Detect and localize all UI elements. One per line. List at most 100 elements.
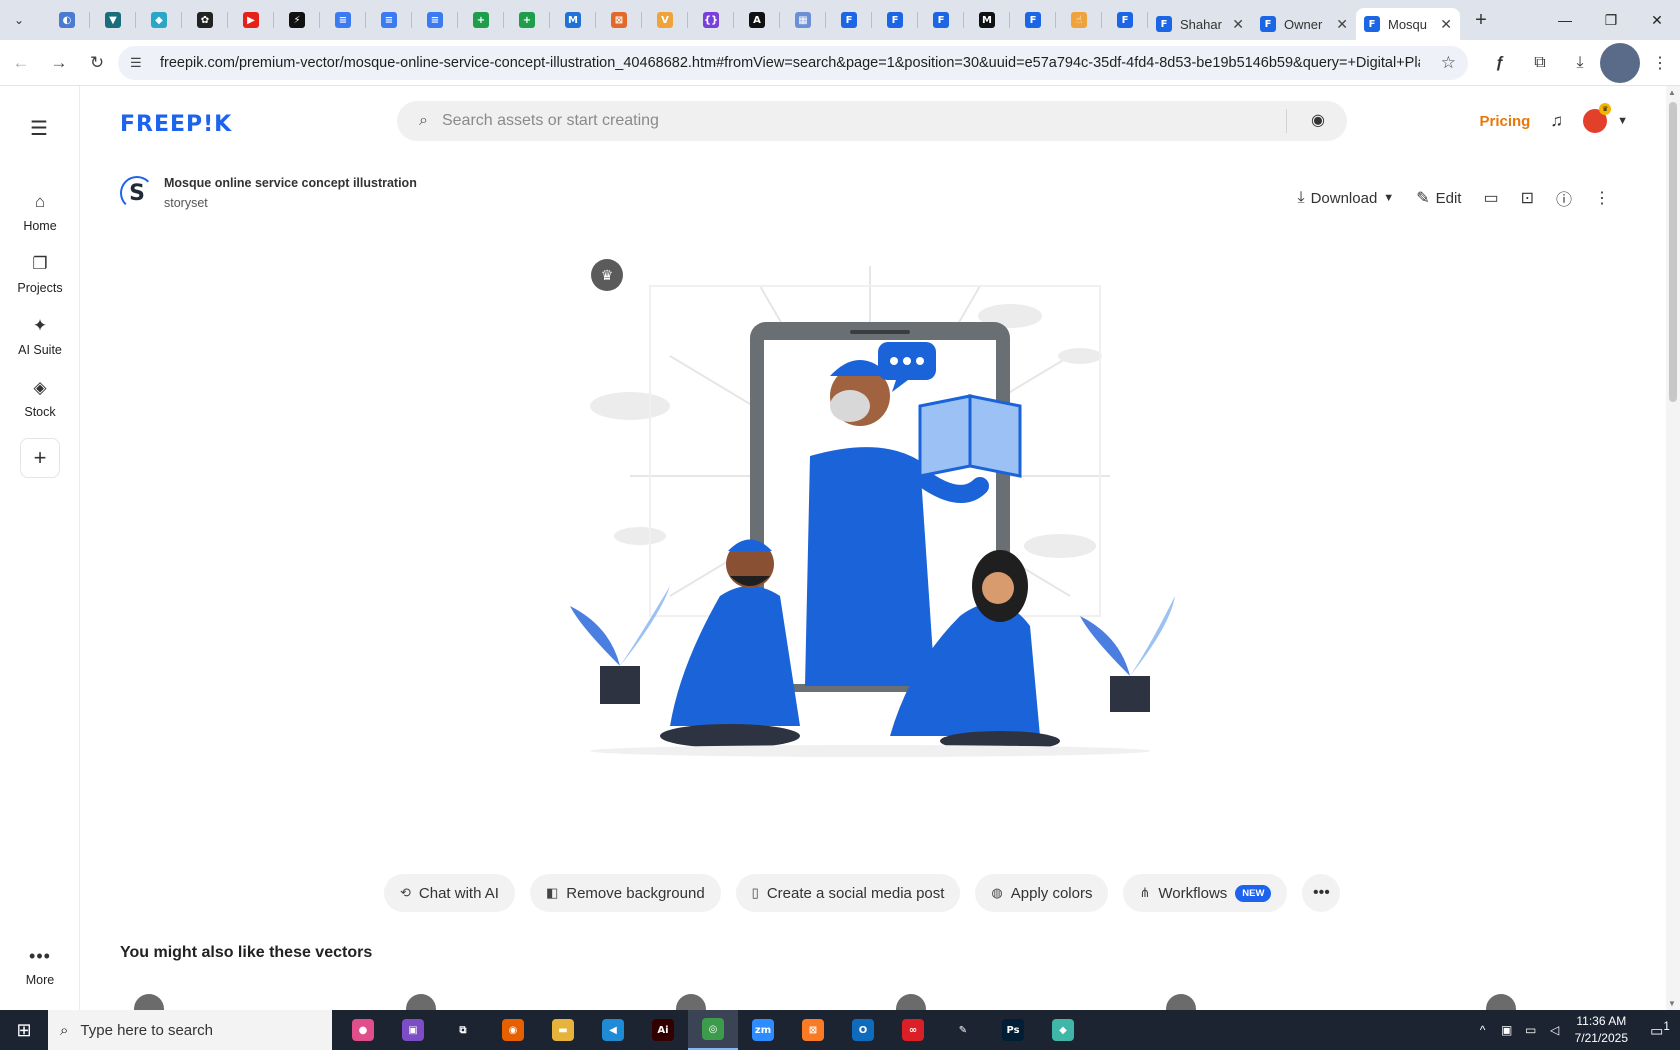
- share-image-icon[interactable]: ⊡: [1521, 188, 1534, 208]
- search-bar[interactable]: ⌕ Search assets or start creating ◉: [397, 101, 1347, 141]
- add-button[interactable]: +: [20, 438, 60, 478]
- forward-icon[interactable]: →: [42, 46, 76, 80]
- pinned-tab[interactable]: F: [1102, 0, 1148, 40]
- minimize-icon[interactable]: —: [1542, 0, 1588, 40]
- taskbar-app[interactable]: Ai: [638, 1010, 688, 1050]
- folder-save-icon[interactable]: ▭: [1483, 188, 1498, 208]
- pinned-tab[interactable]: ⚡: [274, 0, 320, 40]
- sidebar-item-home[interactable]: ⌂ Home: [0, 192, 80, 233]
- bell-icon[interactable]: ♫: [1550, 111, 1563, 131]
- chevron-down-icon[interactable]: ▼: [1617, 115, 1628, 127]
- close-icon[interactable]: ✕: [1232, 16, 1244, 33]
- site-info-icon[interactable]: ☰: [130, 55, 150, 71]
- notifications-icon[interactable]: ▭1: [1640, 1020, 1680, 1040]
- pinned-tab[interactable]: +: [458, 0, 504, 40]
- pinned-tab[interactable]: ≡: [366, 0, 412, 40]
- tab-search-chevron-icon[interactable]: ⌄: [6, 7, 32, 33]
- pinned-tab[interactable]: M: [550, 0, 596, 40]
- taskbar-app[interactable]: ▬: [538, 1010, 588, 1050]
- close-icon[interactable]: ✕: [1440, 16, 1452, 33]
- font-extension-icon[interactable]: ƒ: [1480, 43, 1520, 83]
- user-avatar[interactable]: ♛: [1583, 103, 1612, 133]
- extensions-icon[interactable]: ⧉: [1520, 43, 1560, 83]
- taskbar-app[interactable]: ◆: [1038, 1010, 1088, 1050]
- taskbar-app[interactable]: ◀: [588, 1010, 638, 1050]
- remove-background-button[interactable]: ◧ Remove background: [529, 874, 721, 912]
- taskbar-app[interactable]: ●: [338, 1010, 388, 1050]
- scroll-down-icon[interactable]: ▼: [1668, 999, 1676, 1008]
- taskbar-search[interactable]: ⌕ Type here to search: [48, 1010, 332, 1050]
- taskbar-app[interactable]: zm: [738, 1010, 788, 1050]
- pinned-tab[interactable]: F: [826, 0, 872, 40]
- taskbar-search-text[interactable]: Type here to search: [80, 1022, 213, 1039]
- download-button[interactable]: ⤓ Download ▼: [1298, 189, 1395, 207]
- more-kebab-icon[interactable]: ⋮: [1594, 188, 1610, 208]
- scrollbar-thumb[interactable]: [1669, 102, 1677, 402]
- close-window-icon[interactable]: ✕: [1634, 0, 1680, 40]
- workflows-button[interactable]: ⋔ Workflows NEW: [1123, 874, 1288, 912]
- chevron-up-icon[interactable]: ^: [1471, 1023, 1495, 1037]
- tab-shahar[interactable]: F Shahar ✕: [1148, 8, 1252, 40]
- windows-start-icon[interactable]: ⊞: [0, 1010, 48, 1050]
- taskbar-app[interactable]: ∞: [888, 1010, 938, 1050]
- pinned-tab[interactable]: {}: [688, 0, 734, 40]
- camera-icon[interactable]: ◉: [1311, 110, 1325, 130]
- profile-avatar[interactable]: [1600, 43, 1640, 83]
- info-icon[interactable]: ⓘ: [1556, 186, 1572, 210]
- pinned-tab[interactable]: ≡: [320, 0, 366, 40]
- pricing-link[interactable]: Pricing: [1480, 113, 1531, 130]
- sidebar-item-stock[interactable]: ◈ Stock: [0, 378, 80, 419]
- restore-icon[interactable]: ❐: [1588, 0, 1634, 40]
- pinned-tab[interactable]: F: [1010, 0, 1056, 40]
- storyset-logo[interactable]: S: [120, 176, 154, 210]
- freepik-logo[interactable]: FREEP!K: [120, 112, 232, 137]
- url-text[interactable]: freepik.com/premium-vector/mosque-online…: [160, 55, 1420, 71]
- pinned-tab[interactable]: ☝: [1056, 0, 1102, 40]
- pinned-tab[interactable]: ⊠: [596, 0, 642, 40]
- pinned-tab[interactable]: A: [734, 0, 780, 40]
- taskbar-app[interactable]: ⊠: [788, 1010, 838, 1050]
- network-warning-icon[interactable]: ▣: [1495, 1023, 1519, 1037]
- reload-icon[interactable]: ↻: [80, 46, 114, 80]
- new-tab-button[interactable]: +: [1466, 5, 1496, 35]
- pinned-tab[interactable]: ▼: [90, 0, 136, 40]
- apply-colors-button[interactable]: ◍ Apply colors: [975, 874, 1109, 912]
- search-input[interactable]: Search assets or start creating: [442, 112, 659, 130]
- sidebar-item-projects[interactable]: ❐ Projects: [0, 254, 80, 295]
- pinned-tab[interactable]: V: [642, 0, 688, 40]
- taskbar-app[interactable]: ⧉: [438, 1010, 488, 1050]
- author-name[interactable]: storyset: [164, 196, 417, 210]
- taskbar-app[interactable]: ✎: [938, 1010, 988, 1050]
- pinned-tab[interactable]: ✿: [182, 0, 228, 40]
- taskbar-app[interactable]: ◎: [688, 1010, 738, 1050]
- pinned-tab[interactable]: ▦: [780, 0, 826, 40]
- scroll-up-icon[interactable]: ▲: [1668, 88, 1676, 97]
- pinned-tab[interactable]: +: [504, 0, 550, 40]
- menu-kebab-icon[interactable]: ⋮: [1640, 43, 1680, 83]
- more-tools-button[interactable]: •••: [1302, 874, 1341, 912]
- page-scrollbar[interactable]: ▲ ▼: [1666, 86, 1680, 1010]
- pinned-tab[interactable]: ≡: [412, 0, 458, 40]
- taskbar-app[interactable]: O: [838, 1010, 888, 1050]
- back-icon[interactable]: ←: [4, 46, 38, 80]
- tab-owner[interactable]: F Owner ✕: [1252, 8, 1356, 40]
- network-icon[interactable]: ▭: [1519, 1023, 1543, 1037]
- address-bar[interactable]: ☰ freepik.com/premium-vector/mosque-onli…: [118, 46, 1468, 80]
- social-media-post-button[interactable]: ▯ Create a social media post: [735, 874, 961, 912]
- taskbar-app[interactable]: Ps: [988, 1010, 1038, 1050]
- pinned-tab[interactable]: F: [872, 0, 918, 40]
- close-icon[interactable]: ✕: [1336, 16, 1348, 33]
- chat-with-ai-button[interactable]: ⟲ Chat with AI: [384, 874, 515, 912]
- volume-icon[interactable]: ◁: [1543, 1023, 1567, 1037]
- tab-mosque-active[interactable]: F Mosqu ✕: [1356, 8, 1460, 40]
- bookmark-star-icon[interactable]: ☆: [1441, 53, 1456, 73]
- sidebar-item-more[interactable]: ••• More: [0, 946, 80, 987]
- hamburger-menu-icon[interactable]: ☰: [30, 116, 48, 141]
- pinned-tab[interactable]: ▶: [228, 0, 274, 40]
- sidebar-item-ai-suite[interactable]: ✦ AI Suite: [0, 316, 80, 357]
- pinned-tab[interactable]: F: [918, 0, 964, 40]
- pinned-tab[interactable]: ◐: [44, 0, 90, 40]
- edit-button[interactable]: ✎ Edit: [1416, 188, 1461, 208]
- taskbar-app[interactable]: ▣: [388, 1010, 438, 1050]
- taskbar-app[interactable]: ◉: [488, 1010, 538, 1050]
